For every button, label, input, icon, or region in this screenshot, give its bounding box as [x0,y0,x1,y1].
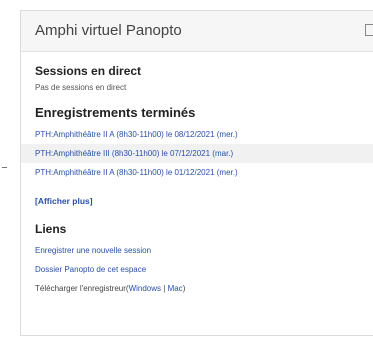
live-sessions-title: Sessions en direct [35,64,142,78]
new-session-link[interactable]: Enregistrer une nouvelle session [35,241,359,260]
download-windows-link[interactable]: Windows [129,284,161,293]
recordings-list: PTH:Amphithéâtre II A (8h30-11h00) le 08… [21,125,373,182]
no-live-sessions-text: Pas de sessions en direct [35,83,127,92]
show-more-link[interactable]: [Afficher plus] [35,196,93,206]
panopto-folder-link[interactable]: Dossier Panopto de cet espace [35,260,359,279]
download-mac-link[interactable]: Mac [168,284,183,293]
recordings-title: Enregistrements terminés [35,105,196,120]
block-title: Amphi virtuel Panopto [35,22,182,39]
download-recorder-suffix: ) [182,284,186,293]
block-header: Amphi virtuel Panopto [21,11,373,52]
recording-link[interactable]: PTH:Amphithéâtre III (8h30-11h00) le 07/… [21,144,373,163]
collapse-icon[interactable] [365,24,373,36]
recording-link[interactable]: PTH:Amphithéâtre II A (8h30-11h00) le 08… [21,125,373,144]
panopto-block: Amphi virtuel Panopto Sessions en direct… [20,10,373,336]
links-title: Liens [35,222,67,236]
recording-link[interactable]: PTH:Amphithéâtre II A (8h30-11h00) le 01… [21,163,373,182]
block-body: Sessions en direct Pas de sessions en di… [21,52,373,298]
side-arrow-mark [2,167,7,168]
download-recorder-prefix: Télécharger l'enregistreur( [35,284,129,293]
download-recorder-line: Télécharger l'enregistreur(Windows | Mac… [35,279,359,298]
